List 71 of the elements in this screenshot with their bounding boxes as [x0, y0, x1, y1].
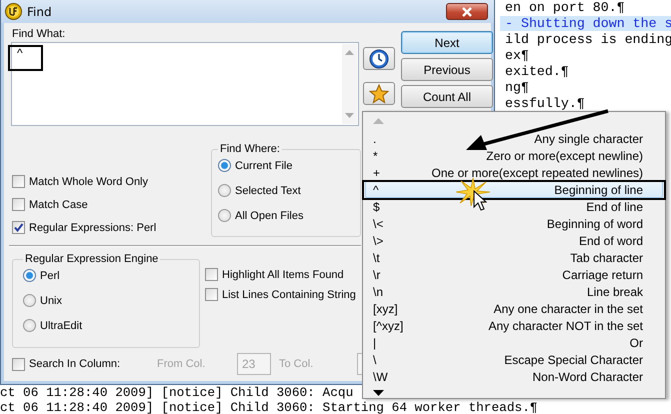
menu-item[interactable]: * Zero or more(except newline)	[365, 147, 663, 164]
find-what-field[interactable]: ^	[11, 42, 359, 126]
checkbox-label: Match Case	[29, 198, 88, 210]
code-line: ild process is ending	[504, 32, 671, 47]
checkbox[interactable]	[205, 288, 218, 301]
code-line: ct 06 11:28:40 2009] [notice] Child 3060: Acqu	[0, 386, 354, 399]
menu-item[interactable]: $ End of line	[365, 198, 663, 215]
sparkle-icon	[456, 178, 490, 206]
checkbox-label: List Lines Containing String	[222, 288, 356, 300]
code-line: essfully.¶	[504, 96, 586, 111]
menu-item[interactable]: \ Escape Special Character	[365, 351, 663, 368]
checkbox-label: Regular Expressions: Perl	[29, 222, 156, 234]
dialog-button[interactable]: Count All	[401, 85, 493, 108]
radio-label: UltraEdit	[40, 320, 82, 332]
menu-item[interactable]: . Any single character	[365, 130, 663, 147]
field-label: To Col.	[279, 358, 314, 370]
menu-item[interactable]: \r Carriage return	[365, 266, 663, 283]
scroll-up-icon	[373, 118, 384, 124]
checkbox-label: Highlight All Items Found	[222, 268, 344, 280]
radio-label: Current File	[235, 160, 292, 172]
close-button[interactable]	[446, 3, 488, 20]
star-icon	[369, 84, 389, 104]
checkbox[interactable]	[12, 358, 25, 370]
menu-item[interactable]: \t Tab character	[365, 249, 663, 266]
cursor-icon	[473, 190, 487, 212]
code-line: ex¶	[504, 48, 530, 63]
radio-label: All Open Files	[235, 210, 304, 222]
app-logo-icon	[5, 3, 22, 20]
radio-button[interactable]	[23, 269, 36, 282]
radio-button[interactable]	[218, 209, 231, 222]
menu-item[interactable]: | Or	[365, 334, 663, 351]
menu-item[interactable]: + One or more(except repeated newlines)	[365, 164, 663, 181]
radio-button[interactable]	[23, 294, 36, 307]
dialog-button[interactable]: Previous	[401, 58, 493, 81]
code-line: en on port 80.¶	[504, 0, 626, 15]
scroll-down-icon	[345, 113, 354, 119]
close-icon	[461, 6, 473, 16]
window-title: Find	[27, 4, 52, 18]
checkbox[interactable]	[12, 198, 25, 211]
group-title: Find Where:	[219, 143, 281, 155]
code-line: ng¶	[504, 80, 530, 95]
code-line: exited.¶	[504, 64, 570, 79]
checkbox[interactable]	[205, 268, 218, 281]
radio-label: Perl	[40, 270, 60, 282]
menu-item[interactable]: [^xyz] Any character NOT in the set	[365, 317, 663, 334]
scroll-up-icon	[345, 49, 354, 55]
radio-button[interactable]	[218, 159, 231, 172]
checkbox-label: Match Whole Word Only	[29, 176, 148, 188]
code-line: ct 06 11:28:40 2009] [notice] Child 3060: Starting 64 worker threads.¶	[0, 401, 538, 414]
menu-item[interactable]: \W Non-Word Character	[365, 368, 663, 385]
highlight-frame	[8, 45, 43, 71]
menu-item[interactable]: \> End of word	[365, 232, 663, 249]
checkbox[interactable]	[12, 175, 25, 188]
scroll-down-icon	[373, 390, 384, 396]
group-title: Regular Expression Engine	[24, 253, 160, 265]
radio-label: Selected Text	[235, 184, 301, 196]
checkbox-label: Search In Column:	[29, 358, 120, 370]
dialog-button[interactable]: Next	[401, 31, 493, 54]
checkbox[interactable]	[12, 221, 25, 234]
menu-item[interactable]: \n Line break	[365, 283, 663, 300]
radio-label: Unix	[40, 294, 62, 306]
menu-item[interactable]: \< Beginning of word	[365, 215, 663, 232]
radio-button[interactable]	[23, 319, 36, 332]
field-label: Find What:	[11, 27, 66, 42]
field-label: From Col.	[157, 358, 206, 370]
favorites-button[interactable]	[363, 82, 395, 105]
clock-icon	[369, 48, 389, 68]
history-button[interactable]	[363, 47, 395, 70]
scrollbar[interactable]	[342, 44, 357, 124]
menu-item[interactable]: [xyz] Any one character in the set	[365, 300, 663, 317]
radio-button[interactable]	[218, 184, 231, 197]
